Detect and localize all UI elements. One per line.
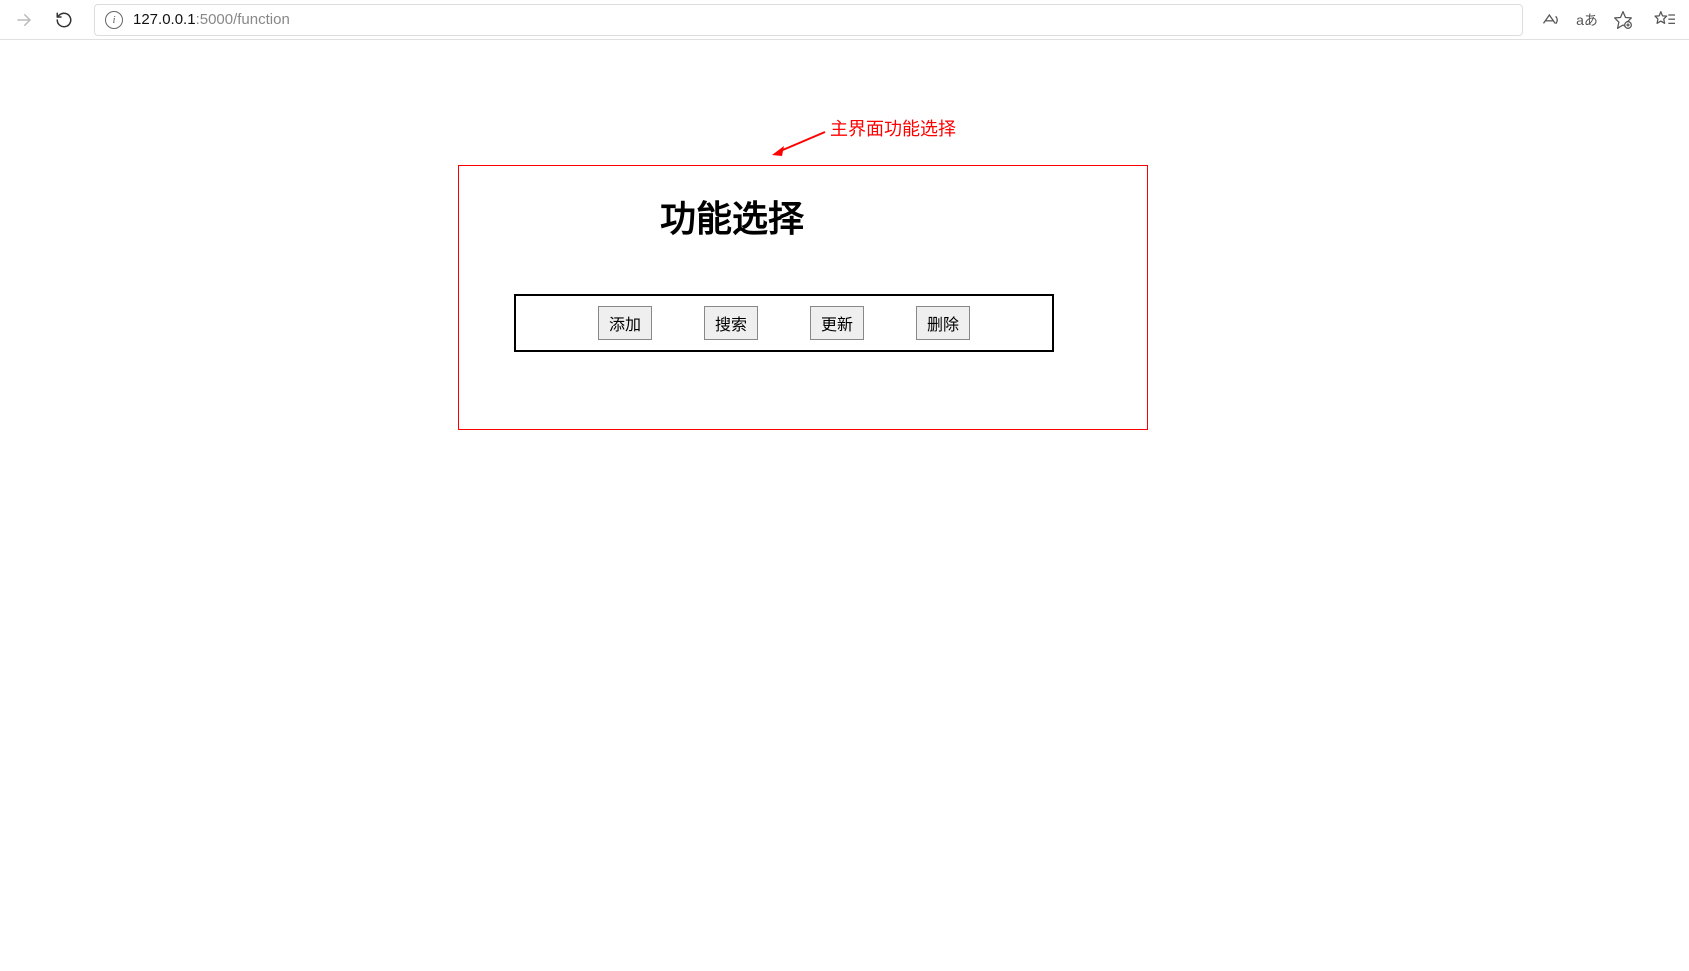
search-button[interactable]: 搜索 bbox=[704, 306, 758, 340]
url-text: 127.0.0.1:5000/function bbox=[133, 11, 290, 28]
add-button[interactable]: 添加 bbox=[598, 306, 652, 340]
update-button[interactable]: 更新 bbox=[810, 306, 864, 340]
site-info-icon[interactable]: i bbox=[105, 11, 123, 29]
favorites-add-icon[interactable] bbox=[1611, 8, 1635, 32]
toolbar-icons: aあ bbox=[1539, 8, 1681, 32]
page-content: 主界面功能选择 功能选择 添加 搜索 更新 删除 bbox=[0, 40, 1689, 971]
delete-button[interactable]: 删除 bbox=[916, 306, 970, 340]
translate-icon[interactable]: aあ bbox=[1575, 8, 1599, 32]
read-aloud-icon[interactable] bbox=[1539, 8, 1563, 32]
refresh-button[interactable] bbox=[48, 4, 80, 36]
address-bar[interactable]: i 127.0.0.1:5000/function bbox=[94, 4, 1523, 36]
function-button-container: 添加 搜索 更新 删除 bbox=[514, 294, 1054, 352]
annotation-label: 主界面功能选择 bbox=[830, 115, 956, 141]
favorites-icon[interactable] bbox=[1653, 8, 1677, 32]
page-title: 功能选择 bbox=[660, 190, 804, 242]
forward-button[interactable] bbox=[8, 4, 40, 36]
browser-toolbar: i 127.0.0.1:5000/function aあ bbox=[0, 0, 1689, 40]
annotation-arrow-icon bbox=[770, 130, 830, 160]
